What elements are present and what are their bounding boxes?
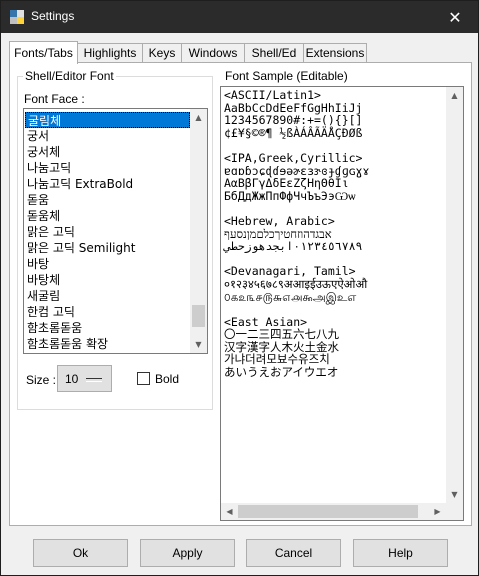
scroll-down-arrow-icon[interactable]: ▼ — [446, 486, 463, 503]
bold-label: Bold — [155, 372, 180, 386]
cancel-button[interactable]: Cancel — [246, 539, 341, 567]
tab-fonts-tabs[interactable]: Fonts/Tabs — [9, 41, 78, 64]
font-list-item[interactable]: 굴림체 — [25, 112, 190, 128]
font-list-item[interactable]: 돋움체 — [25, 208, 190, 224]
font-list-item[interactable]: 궁서 — [25, 128, 190, 144]
help-button[interactable]: Help — [353, 539, 448, 567]
fonts-tab-panel: Shell/Editor Font Font Face : 굴림체 궁서 궁서체… — [9, 62, 472, 526]
bold-checkbox[interactable] — [137, 372, 150, 385]
font-list-item[interactable]: 돋움 — [25, 192, 190, 208]
tab-extensions[interactable]: Extensions — [303, 43, 367, 62]
font-sample-label: Font Sample (Editable) — [223, 69, 350, 83]
app-icon — [10, 10, 24, 24]
apply-button[interactable]: Apply — [140, 539, 235, 567]
font-face-label: Font Face : — [24, 92, 85, 106]
scroll-down-arrow-icon[interactable]: ▼ — [190, 336, 207, 353]
title-bar[interactable]: Settings ✕ — [1, 1, 478, 33]
tab-keys[interactable]: Keys — [142, 43, 182, 62]
h-scroll-thumb[interactable] — [238, 505, 418, 518]
font-list-item[interactable]: 나눔고딕 — [25, 160, 190, 176]
font-list-item[interactable]: 궁서체 — [25, 144, 190, 160]
sample-vertical-scrollbar[interactable]: ▲ ▼ — [446, 87, 463, 503]
shell-editor-font-label: Shell/Editor Font — [23, 69, 116, 83]
scroll-up-arrow-icon[interactable]: ▲ — [446, 87, 463, 104]
scrollbar-corner — [446, 503, 463, 520]
font-sample-textarea[interactable]: <ASCII/Latin1> AaBbCcDdEeFfGgHhIiJj 1234… — [220, 86, 464, 521]
font-list-item[interactable]: 나눔고딕 ExtraBold — [25, 176, 190, 192]
scroll-right-arrow-icon[interactable]: ▶ — [429, 503, 446, 520]
font-list-item[interactable]: 함초롬돋움 확장 — [25, 336, 190, 352]
font-list-item[interactable]: 맑은 고딕 — [25, 224, 190, 240]
size-label: Size : — [26, 373, 57, 387]
close-button[interactable]: ✕ — [432, 1, 478, 33]
font-list-item[interactable]: 바탕 — [25, 256, 190, 272]
sample-horizontal-scrollbar[interactable]: ◀ ▶ — [221, 503, 446, 520]
scroll-up-arrow-icon[interactable]: ▲ — [190, 109, 207, 126]
scroll-thumb[interactable] — [192, 305, 205, 327]
font-list-item[interactable]: 바탕체 — [25, 272, 190, 288]
font-sample-text[interactable]: <ASCII/Latin1> AaBbCcDdEeFfGgHhIiJj 1234… — [224, 89, 449, 379]
window-title: Settings — [31, 9, 75, 23]
font-list-item[interactable]: 맑은 고딕 Semilight — [25, 240, 190, 256]
tab-highlights[interactable]: Highlights — [77, 43, 143, 62]
close-icon: ✕ — [448, 7, 462, 27]
font-face-list[interactable]: 굴림체 궁서 궁서체 나눔고딕 나눔고딕 ExtraBold 돋움 돋움체 맑은… — [23, 108, 208, 354]
tab-shell-ed[interactable]: Shell/Ed — [244, 43, 304, 62]
font-list-item[interactable]: 새굴림 — [25, 288, 190, 304]
tab-windows[interactable]: Windows — [181, 43, 245, 62]
font-list-item[interactable]: 한컴 고딕 — [25, 304, 190, 320]
ok-button[interactable]: Ok — [33, 539, 128, 567]
dropdown-indicator-icon — [86, 378, 102, 382]
settings-window: Settings ✕ Fonts/Tabs Highlights Keys Wi… — [0, 0, 479, 576]
size-dropdown[interactable]: 10 — [57, 365, 112, 392]
font-list-scrollbar[interactable]: ▲ ▼ — [190, 109, 207, 353]
size-value: 10 — [65, 372, 79, 386]
font-list-item[interactable]: 함초롬돋움 — [25, 320, 190, 336]
scroll-left-arrow-icon[interactable]: ◀ — [221, 503, 238, 520]
